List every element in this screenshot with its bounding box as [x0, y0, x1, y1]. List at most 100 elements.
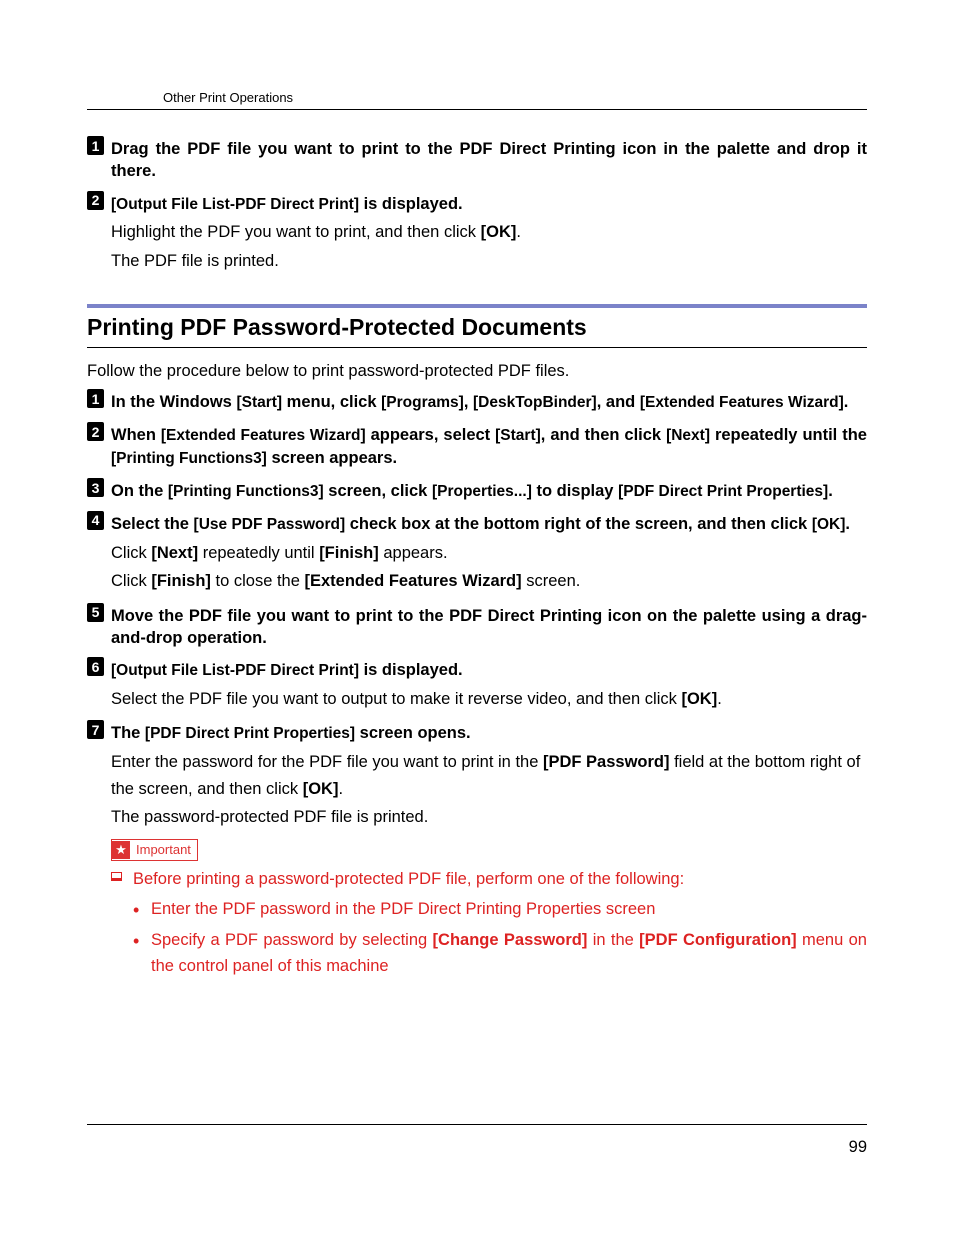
step-heading: Move the PDF file you want to print to t… — [111, 605, 867, 650]
step-body: Select the PDF file you want to output t… — [111, 686, 867, 712]
important-lead: Before printing a password-protected PDF… — [111, 867, 867, 893]
step-body: Highlight the PDF you want to print, and… — [111, 219, 867, 274]
ui-label: [OK] — [303, 780, 339, 798]
text: In the Windows — [111, 393, 236, 411]
step-number-icon: 2 — [87, 191, 104, 210]
step-heading: The [PDF Direct Print Properties] screen… — [111, 722, 867, 745]
ui-label: [OK] — [681, 690, 717, 708]
section-intro: Follow the procedure below to print pass… — [87, 362, 867, 381]
ui-label: [PDF Direct Print Properties] — [618, 483, 828, 500]
section-title: Printing PDF Password-Protected Document… — [87, 314, 867, 341]
step-number-icon: 4 — [87, 511, 104, 530]
step-heading: On the [Printing Functions3] screen, cli… — [111, 480, 867, 503]
text: The password-protected PDF file is print… — [111, 804, 867, 830]
text: screen, click — [324, 482, 432, 500]
text: . — [828, 482, 833, 500]
ui-label: [Finish] — [319, 544, 379, 562]
text: Highlight the PDF you want to print, and… — [111, 223, 481, 241]
ui-label: [Output File List-PDF Direct Print] — [111, 662, 359, 679]
text: appears, select — [366, 426, 496, 444]
text: repeatedly until — [198, 544, 319, 562]
step-number-icon: 6 — [87, 657, 104, 676]
step-number-icon: 1 — [87, 136, 104, 155]
text: , — [464, 393, 473, 411]
important-bullet-1: Enter the PDF password in the PDF Direct… — [133, 897, 867, 923]
step-heading: [Output File List-PDF Direct Print] is d… — [111, 193, 867, 216]
proc-step-2: 2 When [Extended Features Wizard] appear… — [87, 424, 867, 470]
page-number: 99 — [849, 1138, 867, 1157]
text: The PDF file is printed. — [111, 248, 867, 274]
ui-label: [Start] — [236, 394, 282, 411]
ui-label: [PDF Direct Print Properties] — [145, 725, 355, 742]
text: Select the — [111, 515, 194, 533]
proc-step-3: 3 On the [Printing Functions3] screen, c… — [87, 480, 867, 503]
text: to close the — [211, 572, 305, 590]
text: Select the PDF file you want to output t… — [111, 690, 681, 708]
step-heading: Drag the PDF file you want to print to t… — [111, 138, 867, 183]
text: screen. — [522, 572, 581, 590]
proc-step-4: 4 Select the [Use PDF Password] check bo… — [87, 513, 867, 595]
ui-label: [Use PDF Password] — [194, 516, 346, 533]
text: to display — [532, 482, 618, 500]
text: screen opens. — [355, 724, 471, 742]
important-label: Important — [130, 840, 197, 861]
step-heading: [Output File List-PDF Direct Print] is d… — [111, 659, 867, 682]
step-heading: In the Windows [Start] menu, click [Prog… — [111, 391, 867, 414]
text: Click — [111, 544, 151, 562]
ui-label: [Extended Features Wizard] — [161, 427, 366, 444]
ui-label: [Extended Features Wizard] — [640, 394, 844, 411]
step-number-icon: 7 — [87, 720, 104, 739]
ui-label: [Start] — [495, 427, 541, 444]
text: check box at the bottom right of the scr… — [345, 515, 812, 533]
top-step-2: 2 [Output File List-PDF Direct Print] is… — [87, 193, 867, 275]
text: menu, click — [282, 393, 381, 411]
ui-label: [Programs] — [381, 394, 464, 411]
ui-label: [Change Password] — [433, 931, 588, 949]
ui-label: [OK] — [812, 516, 846, 533]
step-number-icon: 5 — [87, 603, 104, 622]
ui-label: [Next] — [151, 544, 198, 562]
text: . — [717, 690, 722, 708]
step-heading: When [Extended Features Wizard] appears,… — [111, 424, 867, 470]
text: The — [111, 724, 145, 742]
text: is displayed. — [359, 195, 463, 213]
ui-label: [Properties...] — [432, 483, 532, 500]
important-bullets: Enter the PDF password in the PDF Direct… — [111, 897, 867, 980]
text: On the — [111, 482, 168, 500]
important-content: Before printing a password-protected PDF… — [111, 867, 867, 979]
ui-label: [Extended Features Wizard] — [304, 572, 521, 590]
ui-label: [Next] — [666, 427, 710, 444]
star-icon: ★ — [112, 841, 130, 859]
top-step-1: 1 Drag the PDF file you want to print to… — [87, 138, 867, 183]
step-number-icon: 3 — [87, 478, 104, 497]
document-page: Other Print Operations 1 Drag the PDF fi… — [0, 0, 954, 1235]
text: Click — [111, 572, 151, 590]
text: in the — [587, 931, 639, 949]
text: is displayed. — [359, 661, 463, 679]
ui-label: [Printing Functions3] — [168, 483, 324, 500]
ui-label: [DeskTopBinder] — [473, 394, 597, 411]
proc-step-5: 5 Move the PDF file you want to print to… — [87, 605, 867, 650]
step-heading: Select the [Use PDF Password] check box … — [111, 513, 867, 536]
important-badge: ★ Important — [111, 839, 198, 862]
text: repeatedly until the — [710, 426, 867, 444]
text: . — [845, 515, 850, 533]
text: Enter the password for the PDF file you … — [111, 753, 543, 771]
text: appears. — [379, 544, 448, 562]
header-rule — [87, 109, 867, 110]
text: , and then click — [541, 426, 666, 444]
ui-label: [Printing Functions3] — [111, 450, 267, 467]
running-head: Other Print Operations — [87, 90, 867, 105]
proc-step-6: 6 [Output File List-PDF Direct Print] is… — [87, 659, 867, 712]
text: , and — [597, 393, 640, 411]
text: screen appears. — [267, 449, 397, 467]
proc-step-7: 7 The [PDF Direct Print Properties] scre… — [87, 722, 867, 979]
text: Specify a PDF password by selecting — [151, 931, 433, 949]
important-bullet-2: Specify a PDF password by selecting [Cha… — [133, 928, 867, 979]
text: When — [111, 426, 161, 444]
text: . — [844, 393, 849, 411]
ui-label: [PDF Configuration] — [639, 931, 796, 949]
ui-label: [PDF Password] — [543, 753, 670, 771]
ui-label: [Output File List-PDF Direct Print] — [111, 196, 359, 213]
step-body: Enter the password for the PDF file you … — [111, 749, 867, 979]
